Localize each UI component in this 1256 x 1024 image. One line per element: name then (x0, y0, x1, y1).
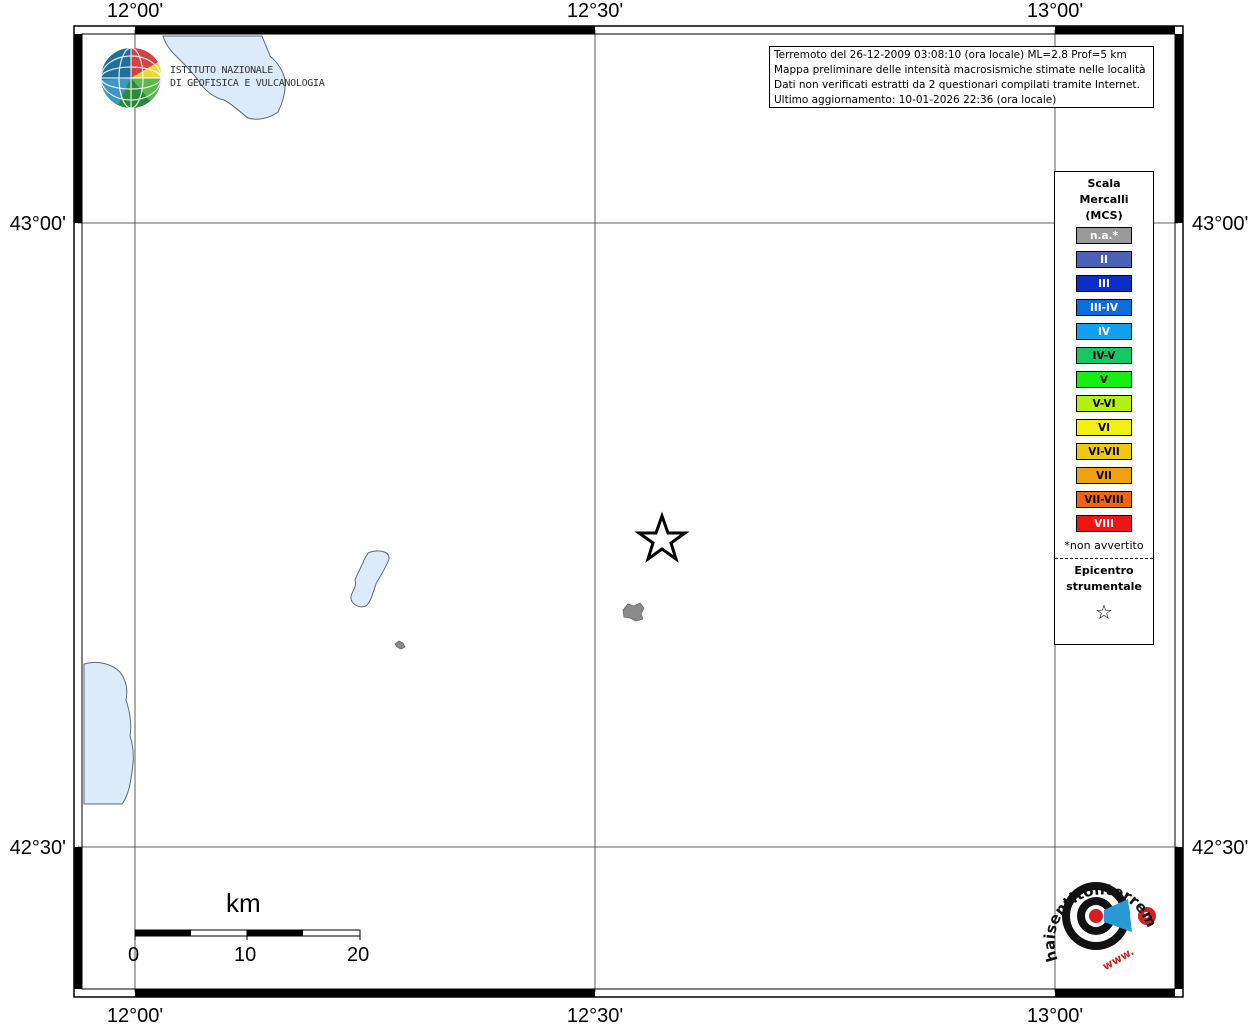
town-rieti (622, 602, 645, 622)
scale-tick-0: 0 (128, 944, 140, 966)
legend-epicenter-line1: Epicentro (1074, 564, 1134, 577)
legend-swatch-iv: IV (1076, 323, 1132, 340)
bottom-label-12-00: 12°00' (107, 1005, 163, 1024)
legend-swatch-ii: II (1076, 251, 1132, 268)
ingv-globe-icon (100, 47, 162, 109)
legend-swatch-vi: VI (1076, 419, 1132, 436)
legend-swatch-vii-viii: VII-VIII (1076, 491, 1132, 508)
ingv-logo-line2: DI GEOFISICA E VULCANOLOGIA (170, 78, 325, 89)
scale-bar (134, 929, 361, 940)
right-label-43-00: 43°00' (1192, 213, 1248, 235)
legend-title-line3: (MCS) (1085, 209, 1123, 222)
legend-swatch-iii-iv: III-IV (1076, 299, 1132, 316)
legend-separator (1055, 558, 1153, 559)
right-label-42-30: 42°30' (1192, 837, 1248, 859)
left-label-42-30: 42°30' (10, 837, 66, 859)
scale-unit-label: km (226, 888, 261, 918)
legend-swatches: n.a.* II III III-IV IV IV-V V V-VI VI VI-VII VII VI… (1055, 227, 1153, 532)
legend-swatch-v: V (1076, 371, 1132, 388)
hai-sentito-logo-url: www. (1100, 945, 1136, 973)
legend-note: *non avvertito (1064, 539, 1144, 552)
left-label-43-00: 43°00' (10, 213, 66, 235)
top-label-13-00: 13°00' (1027, 0, 1083, 22)
lake-lower-left (83, 661, 134, 805)
legend-title: Scala Mercalli (MCS) (1055, 176, 1153, 224)
legend-epicenter-line2: strumentale (1066, 580, 1142, 593)
top-label-12-30: 12°30' (567, 0, 623, 22)
legend-swatch-vii: VII (1076, 467, 1132, 484)
epicenter-star-icon (634, 511, 690, 563)
ingv-logo-line1: ISTITUTO NAZIONALE (170, 65, 273, 76)
mcs-legend: Scala Mercalli (MCS) n.a.* II III III-IV IV I… (1054, 171, 1154, 645)
lake-piediluco (350, 550, 390, 608)
legend-title-line2: Mercalli (1079, 193, 1129, 206)
legend-swatch-vi-vii: VI-VII (1076, 443, 1132, 460)
bottom-label-13-00: 13°00' (1027, 1005, 1083, 1024)
hai-sentito-logo: ? haisentitoilterremoto.it www. (0, 0, 1161, 973)
info-line-updated: Ultimo aggiornamento: 10-01-2026 22:36 (… (774, 94, 1057, 106)
scale-tick-10: 10 (234, 944, 257, 966)
legend-swatch-iv-v: IV-V (1076, 347, 1132, 364)
top-label-12-00: 12°00' (107, 0, 163, 22)
town-small (394, 640, 406, 650)
map-frame (73, 25, 1184, 998)
legend-swatch-iii: III (1076, 275, 1132, 292)
legend-swatch-na: n.a.* (1076, 227, 1132, 244)
info-line-map: Mappa preliminare delle intensità macros… (774, 64, 1146, 76)
info-line-data: Dati non verificati estratti da 2 questi… (774, 79, 1140, 91)
legend-swatch-viii: VIII (1076, 515, 1132, 532)
legend-epicenter-label: Epicentro strumentale (1055, 563, 1153, 595)
info-line-event: Terremoto del 26-12-2009 03:08:10 (ora l… (774, 49, 1127, 61)
ingv-logo-text: ISTITUTO NAZIONALE DI GEOFISICA E VULCAN… (170, 64, 325, 90)
hai-sentito-logo-text: haisentitoilterremoto.it (0, 0, 1161, 964)
graticule (78, 30, 1178, 992)
legend-title-line1: Scala (1087, 177, 1121, 190)
scale-tick-20: 20 (347, 944, 370, 966)
earthquake-info-box: Terremoto del 26-12-2009 03:08:10 (ora l… (769, 46, 1154, 108)
legend-star-icon: ☆ (1095, 600, 1113, 624)
bottom-label-12-30: 12°30' (567, 1005, 623, 1024)
legend-swatch-v-vi: V-VI (1076, 395, 1132, 412)
